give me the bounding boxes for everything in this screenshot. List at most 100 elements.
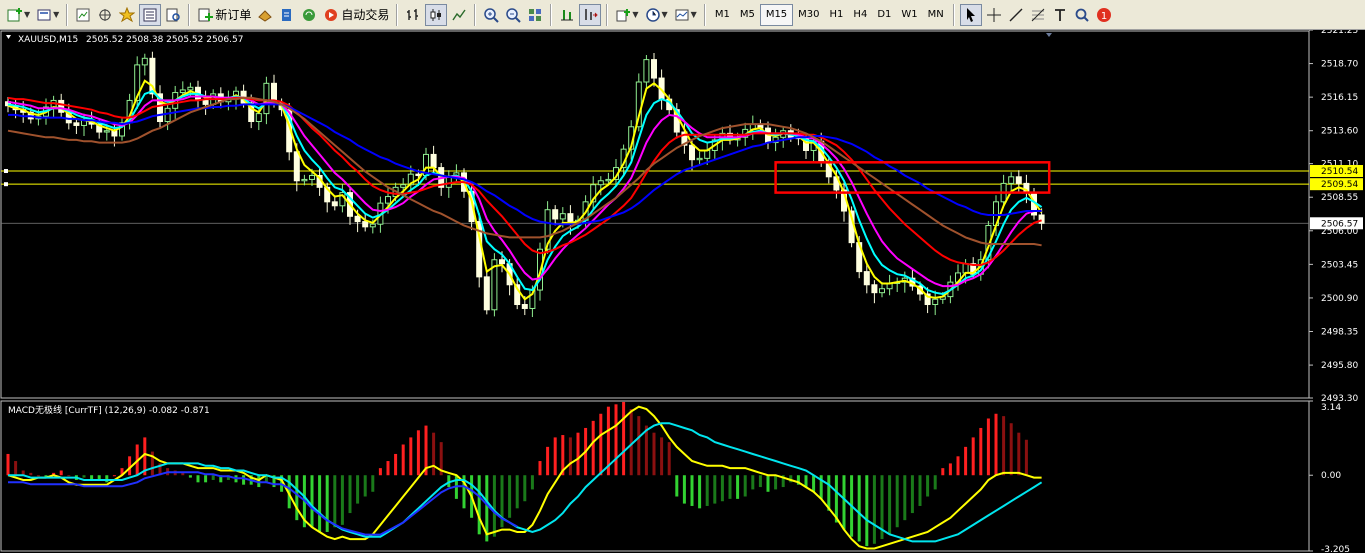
macd-histogram-bar [1009,423,1013,476]
autoscroll-button[interactable] [579,3,602,26]
timeframe-h4[interactable]: H4 [848,5,872,25]
chart-shift-button[interactable] [557,4,577,26]
indicators-button[interactable]: ▼ [613,4,640,26]
tile-windows-button[interactable] [525,4,545,26]
bear-candle [552,209,559,220]
search-button[interactable] [1072,4,1092,26]
macd-axis-label: -3.205 [1321,545,1350,553]
zoom-in-icon [484,7,500,23]
indicators-icon [616,8,631,21]
bull-candle [605,178,612,182]
crosshair-button[interactable] [984,4,1004,26]
periods-icon [645,7,660,22]
toolbar-separator [703,3,706,26]
macd-histogram-bar [667,442,671,476]
timeframe-m5[interactable]: M5 [735,5,760,25]
chart-canvas[interactable]: 2521.252518.702516.152513.602511.102508.… [0,30,1365,553]
bar-chart-button[interactable] [403,4,423,26]
trendline-icon [1009,8,1023,21]
price-axis-label: 2498.35 [1321,328,1358,338]
zoom-in-button[interactable] [481,4,501,26]
macd-histogram-bar [705,475,709,506]
favorites-button[interactable] [117,4,137,26]
macd-histogram-bar [477,475,481,535]
macd-histogram-bar [36,475,40,477]
macd-histogram-bar [325,475,329,532]
autoscroll-icon [585,8,599,20]
strategy-tester-button[interactable] [163,4,183,26]
search-icon [1075,8,1089,22]
chart-window[interactable]: 2521.25 2518.70 2516.15 2513.60 2511.10 2508.… [0,30,1365,553]
macd-histogram-bar [204,475,208,483]
macd-histogram-bar [386,461,390,476]
timeframe-m1[interactable]: M1 [710,5,735,25]
macd-histogram-bar [728,475,732,499]
signals-button[interactable] [277,4,297,26]
macd-histogram-bar [356,475,360,504]
bull-candle [704,149,711,159]
macd-histogram-bar [690,475,694,506]
new-chart-button[interactable]: ▼ [5,4,32,26]
text-button[interactable] [1050,4,1070,26]
macd-histogram-bar [774,475,778,490]
notifications-button[interactable]: 1 [1094,4,1114,26]
toolbar-separator [396,3,399,26]
macd-histogram-bar [926,475,930,497]
auto-trading-icon [325,8,338,21]
price-axis-label: 2518.70 [1321,60,1358,70]
templates-button[interactable]: ▼ [672,4,699,26]
timeframe-h1[interactable]: H1 [825,5,849,25]
macd-pane: 3.14 0.00 -3.205 [0,400,1350,553]
bear-candle [651,59,657,79]
cursor-button[interactable] [959,3,982,26]
bear-candle [354,215,361,223]
market-button[interactable] [299,4,319,26]
fibonacci-icon [1031,8,1045,21]
macd-histogram-bar [736,475,740,499]
macd-histogram-bar [348,475,352,514]
new-order-button[interactable]: 新订单 [195,4,253,26]
macd-axis-label: 3.14 [1321,403,1341,413]
chart-symbol-info: XAUUSD,M15 [18,35,78,45]
timeframe-mn[interactable]: MN [923,5,949,25]
line-chart-button[interactable] [449,4,469,26]
timeframe-d1[interactable]: D1 [872,5,896,25]
timeframe-m30[interactable]: M30 [793,5,824,25]
new-order-icon [198,8,214,21]
chart-ohlc-values: 2505.52 2508.38 2505.52 2506.57 [86,35,243,45]
macd-histogram-bar [568,437,572,476]
new-order-label: 新订单 [215,8,252,22]
bear-candle [483,276,490,311]
macd-histogram-bar [112,475,116,477]
main-toolbar: ▼ ▼ 新订单 自动交易 ▼ ▼ ▼ M1 M5 M15 M30 H1 H4 D… [0,0,1365,30]
data-window-button[interactable] [139,3,162,26]
macd-histogram-bar [1017,432,1021,476]
macd-histogram-bar [242,475,246,485]
trendline-button[interactable] [1006,4,1026,26]
market-watch-button[interactable] [73,4,93,26]
navigator-button[interactable] [95,4,115,26]
timeframe-w1[interactable]: W1 [896,5,922,25]
market-icon [303,8,316,21]
price-axis-label: 2503.45 [1321,260,1358,270]
candlestick-button[interactable] [425,3,448,26]
macd-histogram-bar [371,475,375,492]
current-price-label: 2506.57 [1321,219,1358,229]
zoom-out-button[interactable] [503,4,523,26]
profiles-button[interactable]: ▼ [34,4,61,26]
macd-histogram-bar [378,468,382,476]
macd-histogram-bar [895,475,899,528]
auto-trading-button[interactable]: 自动交易 [321,4,391,26]
macd-histogram-bar [546,446,550,476]
fibonacci-button[interactable] [1028,4,1048,26]
level-line-handle [4,182,8,187]
metaeditor-button[interactable] [255,4,275,26]
macd-histogram-bar [416,430,420,476]
bull-candle [263,82,270,115]
bull-candle [301,178,308,182]
periods-button[interactable]: ▼ [643,4,670,26]
macd-histogram-bar [720,475,724,502]
timeframe-m15[interactable]: M15 [759,3,794,26]
macd-histogram-bar [318,475,322,532]
macd-axis-label: 0.00 [1321,471,1341,481]
